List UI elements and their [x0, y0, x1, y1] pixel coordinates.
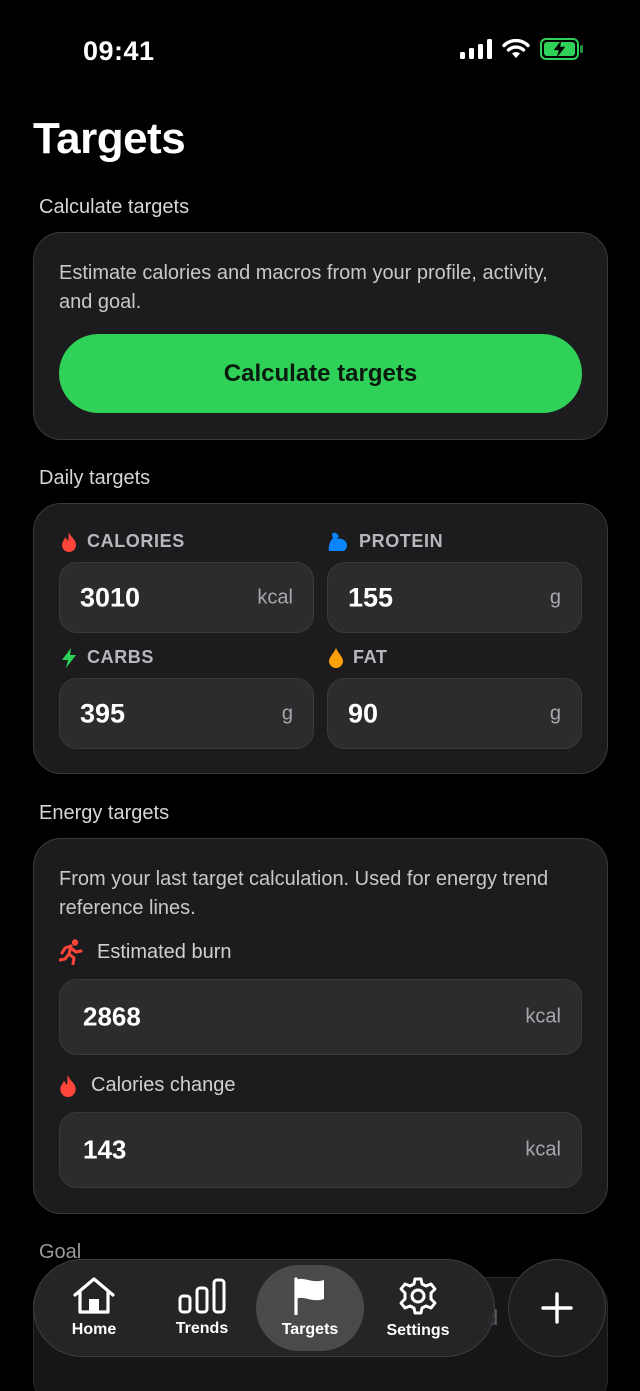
calories-label: CALORIES: [61, 531, 185, 552]
tab-home-label: Home: [71, 1321, 117, 1338]
flame-icon: [60, 1074, 76, 1097]
carbs-value: 395: [80, 698, 126, 728]
protein-label: PROTEIN: [327, 531, 443, 552]
carbs-label-text: CARBS: [87, 647, 155, 667]
tab-targets[interactable]: Targets: [256, 1265, 364, 1351]
calculate-targets-button[interactable]: Calculate targets: [59, 334, 582, 413]
cellular-signal-icon: [460, 39, 492, 59]
calories-value: 3010: [80, 582, 141, 612]
gear-icon: [399, 1277, 437, 1315]
tab-targets-label: Targets: [281, 1321, 339, 1338]
estimated-burn-field[interactable]: 2868 kcal: [59, 979, 582, 1055]
calories-change-field[interactable]: 143 kcal: [59, 1112, 582, 1188]
flag-icon: [294, 1277, 324, 1315]
bolt-icon: [62, 647, 76, 668]
tab-bar: Home Trends Targets Settings: [33, 1259, 495, 1357]
calculate-card: Estimate calories and macros from your p…: [33, 232, 608, 440]
battery-charging-icon: [540, 38, 583, 60]
energy-description: From your last target calculation. Used …: [59, 868, 549, 919]
estimated-burn-text: Estimated burn: [97, 940, 232, 963]
carbs-label: CARBS: [61, 647, 154, 668]
fat-label: FAT: [329, 647, 387, 668]
estimated-burn-label: Estimated burn: [59, 939, 232, 965]
tab-settings-label: Settings: [386, 1322, 450, 1339]
section-label-energy: Energy targets: [39, 802, 170, 824]
calories-change-text: Calories change: [91, 1074, 236, 1096]
house-icon: [73, 1277, 115, 1314]
status-time: 09:41: [83, 36, 155, 66]
protein-field[interactable]: 155 g: [327, 562, 582, 633]
calories-change-label: Calories change: [59, 1074, 236, 1097]
fat-value: 90: [348, 698, 379, 728]
carbs-unit: g: [281, 702, 293, 724]
daily-targets-card: CALORIES 3010 kcal PROTEIN 155 g CARBS 3…: [33, 503, 608, 774]
estimated-burn-unit: kcal: [525, 1005, 561, 1028]
calculate-description: Estimate calories and macros from your p…: [59, 262, 548, 313]
fat-unit: g: [549, 702, 561, 724]
tab-trends-label: Trends: [175, 1320, 229, 1337]
section-label-calculate: Calculate targets: [39, 196, 190, 218]
calories-field[interactable]: 3010 kcal: [59, 562, 314, 633]
status-icons: [460, 38, 584, 60]
add-button[interactable]: [508, 1259, 606, 1357]
bar-chart-icon: [178, 1278, 226, 1314]
plus-icon: [541, 1292, 573, 1324]
fat-field[interactable]: 90 g: [327, 678, 582, 749]
section-label-daily: Daily targets: [39, 467, 151, 489]
protein-unit: g: [549, 586, 561, 608]
tab-settings[interactable]: Settings: [364, 1265, 472, 1351]
calories-change-value: 143: [83, 1134, 127, 1165]
flame-icon: [62, 531, 76, 552]
fat-label-text: FAT: [353, 647, 388, 667]
drop-icon: [329, 647, 343, 668]
calories-label-text: CALORIES: [87, 531, 185, 551]
carbs-field[interactable]: 395 g: [59, 678, 314, 749]
running-icon: [59, 939, 83, 965]
flexed-arm-icon: [328, 532, 348, 551]
calories-change-unit: kcal: [525, 1138, 561, 1161]
estimated-burn-value: 2868: [83, 1001, 141, 1032]
energy-targets-card: From your last target calculation. Used …: [33, 838, 608, 1214]
tab-trends[interactable]: Trends: [148, 1265, 256, 1351]
tab-home[interactable]: Home: [40, 1265, 148, 1351]
calories-unit: kcal: [257, 586, 293, 608]
status-bar: 09:41: [0, 0, 640, 100]
protein-label-text: PROTEIN: [359, 531, 444, 551]
page-title: Targets: [33, 114, 186, 163]
protein-value: 155: [348, 582, 394, 612]
wifi-icon: [502, 39, 530, 58]
